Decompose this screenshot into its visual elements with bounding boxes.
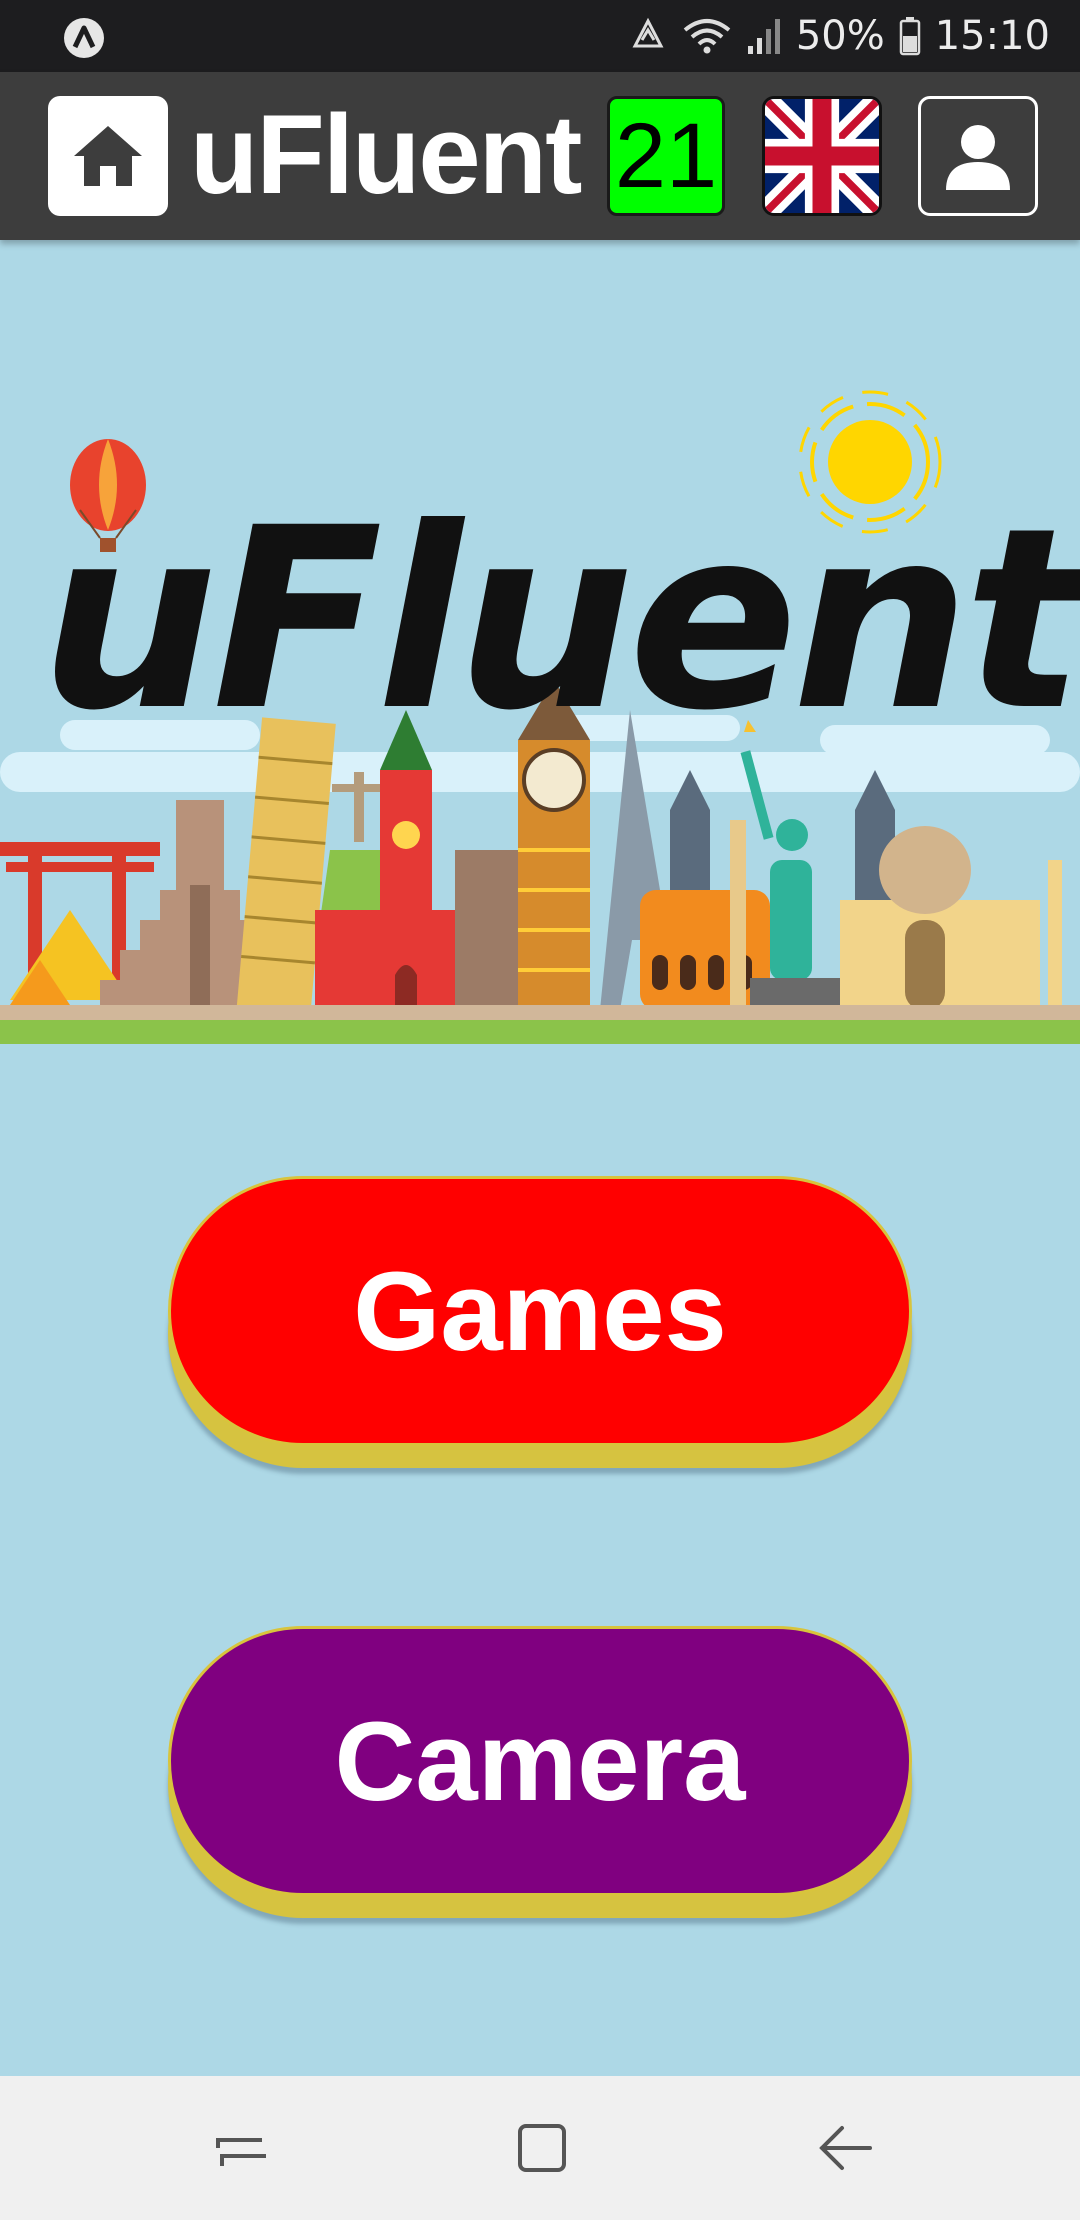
user-icon: [946, 125, 1010, 190]
signal-icon: [747, 19, 780, 54]
camera-button[interactable]: Camera: [168, 1626, 912, 1896]
games-button[interactable]: Games: [168, 1176, 912, 1446]
battery-percent: 50%: [795, 13, 885, 59]
data-saver-icon: [632, 17, 664, 48]
language-selector-button[interactable]: [762, 96, 882, 216]
home-button[interactable]: [48, 96, 168, 216]
navigation-bar: [0, 2076, 1080, 2220]
home-nav-icon[interactable]: [510, 2116, 574, 2180]
status-bar: 50% 15:10: [0, 0, 1080, 72]
recent-apps-icon[interactable]: [210, 2116, 274, 2180]
home-icon: [74, 126, 142, 186]
banner-logo-text: uFluent: [40, 474, 1080, 765]
app-notification-icon: [64, 18, 104, 58]
app-header: uFluent 21: [0, 72, 1080, 240]
battery-icon: [899, 17, 920, 56]
streak-badge[interactable]: 21: [607, 96, 725, 216]
uk-flag-icon: [765, 99, 879, 213]
app-title: uFluent: [190, 92, 582, 217]
wifi-icon: [683, 19, 731, 54]
back-icon[interactable]: [814, 2116, 878, 2180]
profile-button[interactable]: [918, 96, 1038, 216]
banner: uFluent: [0, 380, 1080, 1045]
clock: 15:10: [934, 13, 1050, 59]
